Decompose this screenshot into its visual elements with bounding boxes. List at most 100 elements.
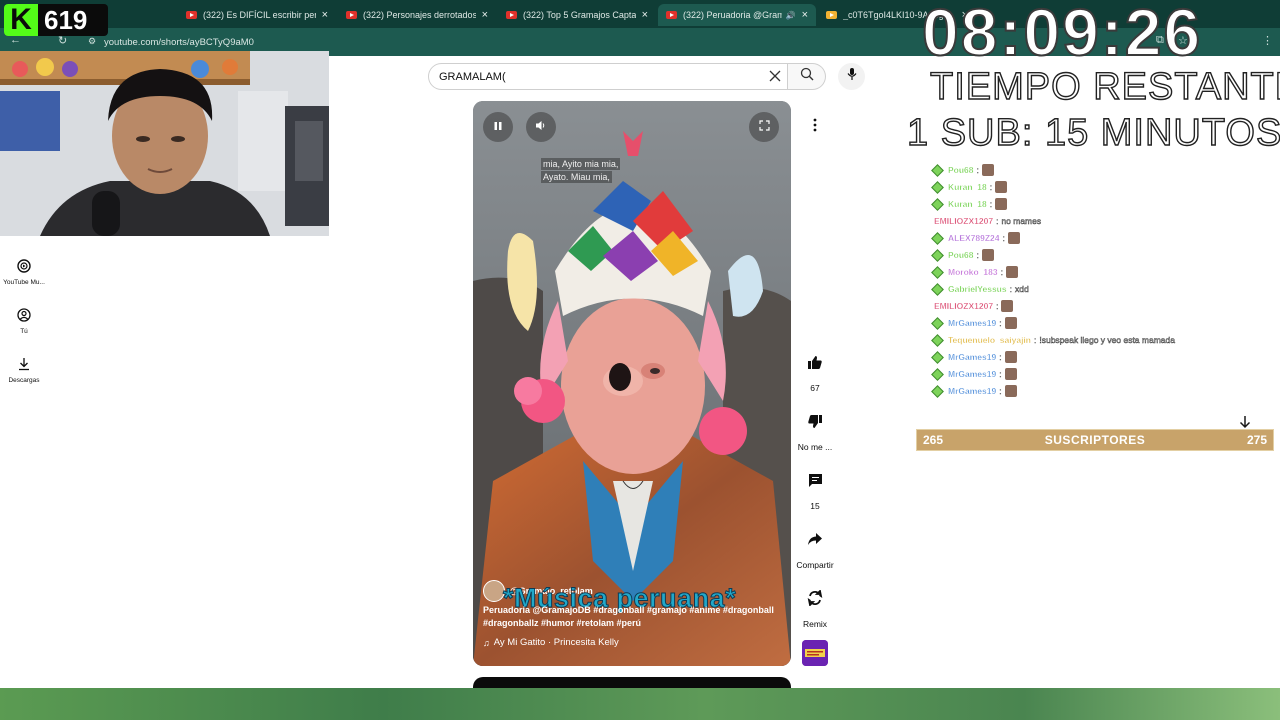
more-options-button[interactable]: [803, 114, 827, 140]
browser-tab[interactable]: (322) Es DIFÍCIL escribir person ×: [178, 4, 336, 26]
short-video-player[interactable]: mia, Ayito mia mia, Ayato. Miau mia, @Gr…: [473, 101, 791, 666]
goal-target: 275: [1246, 433, 1267, 447]
guide-item-youtube-music[interactable]: YouTube Mu...: [0, 257, 48, 286]
account-icon: [15, 306, 33, 324]
guide-label: YouTube Mu...: [3, 279, 45, 286]
video-subtitle-line: mia, Ayito mia mia,: [541, 158, 621, 170]
chat-separator: :: [1033, 335, 1037, 345]
microphone-icon: [846, 67, 858, 86]
chat-message: Kuran_18:: [930, 179, 1008, 195]
volume-button[interactable]: [526, 112, 556, 142]
remix-button[interactable]: Remix: [790, 585, 840, 629]
share-button[interactable]: Compartir: [790, 526, 840, 570]
search-icon: [800, 67, 814, 86]
close-tab-icon[interactable]: ×: [482, 9, 488, 21]
youtube-icon: [186, 11, 197, 19]
chat-message: GabrielYessus: xdd: [930, 281, 1029, 297]
chat-username: MrGames19: [948, 386, 997, 396]
remix-label: Remix: [802, 619, 828, 629]
browser-tab[interactable]: (322) Peruadoria @Gramajo 🔊 ×: [658, 4, 816, 26]
browser-tab[interactable]: (322) Personajes derrotados po ×: [338, 4, 496, 26]
youtube-icon: [666, 11, 677, 19]
guide-label: Descargas: [8, 377, 40, 384]
url-text[interactable]: youtube.com/shorts/ayBCTyQ9aM0: [104, 37, 254, 48]
chat-username: MrGames19: [948, 352, 997, 362]
kick-viewer-badge: K 619: [4, 4, 108, 36]
tab-title: (322) Top 5 Gramajos Captados: [523, 10, 636, 20]
subscriber-badge-icon: [931, 316, 944, 330]
remix-icon: [802, 585, 828, 611]
more-vert-icon: [813, 118, 817, 137]
sub-rate-label: 1 SUB: 15 MINUTOS: [906, 111, 1280, 154]
chat-separator: :: [976, 250, 979, 260]
chat-message: MrGames19:: [930, 315, 1017, 331]
chat-text: !subspeak llego y veo esta mamada: [1039, 335, 1175, 345]
guide-item-you[interactable]: Tú: [0, 306, 48, 335]
chat-separator: :: [989, 199, 993, 209]
chat-text: no mames: [1001, 216, 1042, 226]
chat-emote: [1004, 317, 1017, 329]
pause-button[interactable]: [483, 112, 513, 142]
subscriber-badge-icon: [931, 265, 944, 279]
voice-search-button[interactable]: [838, 63, 865, 90]
browser-menu-icon[interactable]: ⋮: [1262, 34, 1273, 47]
chat-text: xdd: [1014, 284, 1029, 294]
browser-tab[interactable]: (322) Top 5 Gramajos Captados ×: [498, 4, 656, 26]
fullscreen-button[interactable]: [749, 112, 779, 142]
chat-message: Kuran_18:: [930, 196, 1008, 212]
video-description[interactable]: Peruadoria @GramajoDB #dragonball #grama…: [483, 604, 783, 630]
site-info-icon[interactable]: ⚙: [88, 36, 96, 47]
chat-message: Tequenuelo_saiyajin: !subspeak llego y ve…: [930, 332, 1175, 348]
subscriber-badge-icon: [931, 248, 944, 262]
tab-audio-icon[interactable]: 🔊: [786, 11, 796, 20]
tab-title: (322) Es DIFÍCIL escribir person: [203, 10, 316, 20]
timer-label: TIEMPO RESTANTE: [929, 65, 1280, 108]
search-input[interactable]: GRAMALAM(: [428, 63, 788, 90]
guide-item-downloads[interactable]: Descargas: [0, 355, 48, 384]
chat-username: Pou68: [948, 165, 974, 175]
chat-emote: [981, 164, 994, 176]
chat-separator: :: [1000, 267, 1003, 277]
chat-emote: [1004, 368, 1017, 380]
subscriber-badge-icon: [931, 350, 944, 364]
webcam-feed: [0, 51, 329, 236]
subathon-timer: 08:09:26: [921, 0, 1203, 70]
close-tab-icon[interactable]: ×: [322, 9, 328, 21]
chat-separator: :: [999, 369, 1002, 379]
chat-message: MrGames19:: [930, 349, 1017, 365]
tab-title: (322) Personajes derrotados po: [363, 10, 476, 20]
chat-username: Tequenuelo_saiyajin: [948, 335, 1031, 345]
comment-count: 15: [810, 501, 820, 511]
close-tab-icon[interactable]: ×: [802, 9, 808, 21]
youtube-icon: [506, 11, 517, 19]
tab-title: (322) Peruadoria @Gramajo: [683, 10, 782, 20]
dislike-button[interactable]: No me ...: [790, 408, 840, 452]
chat-separator: :: [989, 182, 993, 192]
chat-emote: [981, 249, 994, 261]
channel-avatar[interactable]: [483, 580, 505, 602]
chat-separator: :: [999, 352, 1002, 362]
search-input-value: GRAMALAM(: [439, 70, 506, 83]
chat-username: EMILIOZX1207: [934, 216, 994, 226]
music-link[interactable]: ♫ Ay Mi Gatito · Princesita Kelly: [483, 637, 619, 648]
subscriber-goal-bar: 265 SUSCRIPTORES 275: [916, 429, 1274, 451]
chat-message: Pou68:: [930, 247, 994, 263]
comments-button[interactable]: 15: [790, 467, 840, 511]
thumbs-down-icon: [802, 408, 828, 434]
subscriber-badge-icon: [931, 231, 944, 245]
youtube-icon: [346, 11, 357, 19]
close-tab-icon[interactable]: ×: [642, 9, 648, 21]
chat-message: EMILIOZX1207:: [930, 298, 1014, 314]
chat-username: EMILIOZX1207: [934, 301, 994, 311]
like-button[interactable]: 67: [790, 349, 840, 393]
chat-username: GabrielYessus: [948, 284, 1007, 294]
goal-current: 265: [923, 433, 944, 447]
chat-emote: [1007, 232, 1020, 244]
sound-thumbnail[interactable]: [802, 640, 828, 666]
chat-separator: :: [1002, 233, 1005, 243]
subscriber-badge-icon: [931, 333, 944, 347]
clear-search-icon[interactable]: [766, 66, 784, 86]
like-count: 67: [810, 383, 820, 393]
colorful-icon: [826, 11, 837, 19]
search-button[interactable]: [788, 63, 826, 90]
